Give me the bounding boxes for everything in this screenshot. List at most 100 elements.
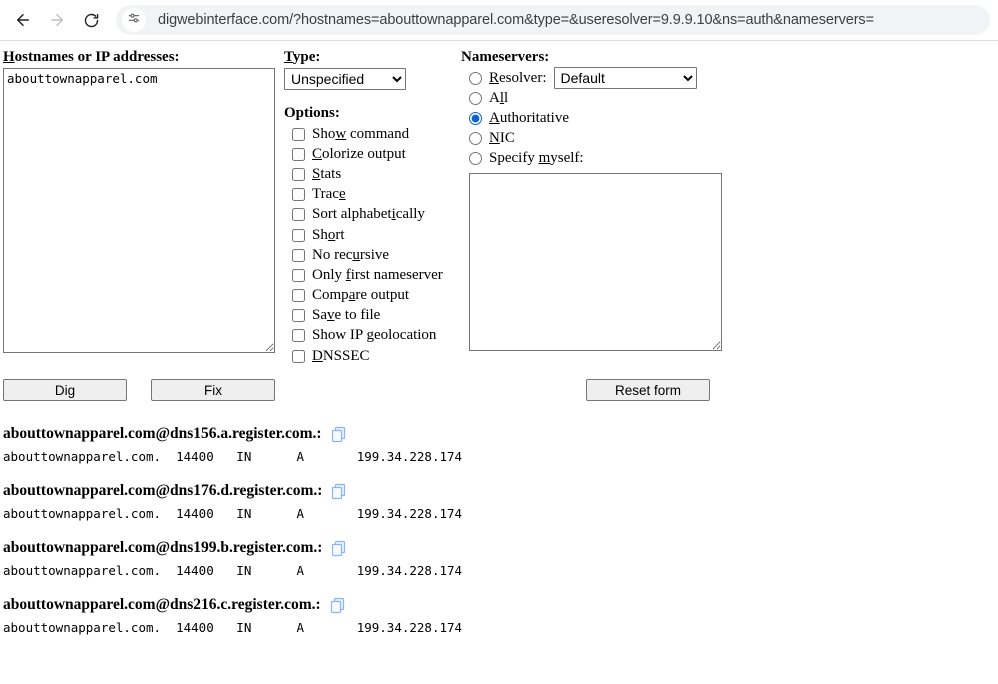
checkbox-save-to-file[interactable]	[292, 309, 305, 323]
option-only-first-nameserver[interactable]: Only first nameserver	[284, 265, 461, 285]
option-colorize-output[interactable]: Colorize output	[284, 144, 461, 164]
option-no-recursive[interactable]: No recursive	[284, 245, 461, 265]
nameserver-option-all[interactable]: All	[461, 88, 998, 108]
checkbox-sort-alphabetically[interactable]	[292, 208, 305, 222]
radio-nic[interactable]	[469, 132, 482, 146]
checkbox-short[interactable]	[292, 228, 305, 242]
copy-icon[interactable]	[331, 483, 347, 500]
page-content: Hostnames or IP addresses: Type: Unspeci…	[0, 41, 998, 684]
nameserver-option-nic[interactable]: NIC	[461, 129, 998, 149]
radio-authoritative[interactable]	[469, 111, 482, 125]
forward-button[interactable]	[42, 5, 72, 35]
options-label: Options:	[284, 105, 340, 121]
checkbox-only-first-nameserver[interactable]	[292, 268, 305, 282]
option-sort-alphabetically[interactable]: Sort alphabetically	[284, 205, 461, 225]
result-heading-text: abouttownapparel.com@dns199.b.register.c…	[3, 539, 323, 557]
radio-specify-myself[interactable]	[469, 152, 482, 166]
result-heading: abouttownapparel.com@dns199.b.register.c…	[3, 537, 998, 559]
nameserver-label[interactable]: Specify myself:	[489, 150, 584, 167]
option-label[interactable]: Short	[312, 227, 345, 244]
back-button[interactable]	[8, 5, 38, 35]
resolver-select[interactable]: Default	[553, 67, 697, 90]
reset-form-button[interactable]: Reset form	[586, 379, 710, 402]
checkbox-stats[interactable]	[292, 167, 305, 181]
copy-icon[interactable]	[331, 426, 347, 443]
browser-toolbar: digwebinterface.com/?hostnames=abouttown…	[0, 0, 998, 41]
radio-resolver[interactable]	[469, 71, 482, 85]
option-stats[interactable]: Stats	[284, 164, 461, 184]
option-label[interactable]: Colorize output	[312, 146, 406, 163]
reload-button[interactable]	[76, 5, 106, 35]
hostnames-accesskey: H	[3, 49, 15, 65]
option-label[interactable]: Compare output	[312, 287, 409, 304]
checkbox-compare-output[interactable]	[292, 289, 305, 303]
tune-sliders-icon	[127, 11, 141, 30]
option-label[interactable]: Stats	[312, 166, 341, 183]
option-dnssec[interactable]: DNSSEC	[284, 346, 461, 366]
dig-button[interactable]: Dig	[3, 379, 127, 402]
nameserver-label[interactable]: NIC	[489, 130, 515, 147]
type-label: Type:	[284, 48, 461, 66]
result-block: abouttownapparel.com@dns156.a.register.c…	[3, 423, 998, 465]
copy-icon[interactable]	[330, 597, 346, 614]
hostnames-label: Hostnames or IP addresses:	[3, 48, 284, 66]
hostnames-column: Hostnames or IP addresses:	[0, 48, 284, 358]
result-heading: abouttownapparel.com@dns216.c.register.c…	[3, 594, 998, 616]
checkbox-colorize-output[interactable]	[292, 147, 305, 161]
url-text[interactable]: digwebinterface.com/?hostnames=abouttown…	[158, 12, 874, 28]
arrow-left-icon	[14, 11, 32, 29]
type-options-column: Type: Unspecified Options: Show command …	[284, 48, 461, 366]
option-short[interactable]: Short	[284, 225, 461, 245]
type-select[interactable]: Unspecified	[284, 68, 406, 90]
option-label[interactable]: Trace	[312, 186, 346, 203]
option-label[interactable]: No recursive	[312, 247, 389, 264]
checkbox-trace[interactable]	[292, 188, 305, 202]
hostnames-label-text: ostnames or IP addresses:	[14, 49, 180, 65]
options-list: Show command Colorize output Stats Trace…	[284, 124, 461, 366]
result-heading-text: abouttownapparel.com@dns156.a.register.c…	[3, 425, 322, 443]
nameserver-label[interactable]: Authoritative	[489, 110, 569, 127]
result-block: abouttownapparel.com@dns216.c.register.c…	[3, 594, 998, 636]
dns-record-line: abouttownapparel.com. 14400 IN A 199.34.…	[3, 449, 463, 465]
option-show-ip-geolocation[interactable]: Show IP geolocation	[284, 326, 461, 346]
copy-icon[interactable]	[331, 540, 347, 557]
type-accesskey: T	[284, 49, 293, 65]
option-label[interactable]: Save to file	[312, 307, 380, 324]
checkbox-show-command[interactable]	[292, 127, 305, 141]
nameserver-label[interactable]: Resolver:	[489, 70, 547, 87]
hostnames-input[interactable]	[3, 68, 275, 353]
nameserver-option-authoritative[interactable]: Authoritative	[461, 108, 998, 128]
nameserver-option-specify-myself[interactable]: Specify myself:	[461, 149, 998, 169]
option-label[interactable]: Show IP geolocation	[312, 327, 436, 344]
result-block: abouttownapparel.com@dns199.b.register.c…	[3, 537, 998, 579]
checkbox-dnssec[interactable]	[292, 349, 305, 363]
dig-results: abouttownapparel.com@dns156.a.register.c…	[0, 423, 998, 636]
radio-all[interactable]	[469, 91, 482, 105]
dns-record-line: abouttownapparel.com. 14400 IN A 199.34.…	[3, 620, 463, 636]
option-trace[interactable]: Trace	[284, 185, 461, 205]
custom-nameservers-input[interactable]	[469, 172, 722, 351]
nameservers-column: Nameservers: Resolver: Default All Autho…	[461, 48, 998, 356]
nameservers-radio-list: Resolver: Default All Authoritative NIC	[461, 67, 998, 169]
option-label[interactable]: DNSSEC	[312, 348, 370, 365]
site-settings-button[interactable]	[122, 8, 146, 32]
dns-record-line: abouttownapparel.com. 14400 IN A 199.34.…	[3, 506, 463, 522]
address-bar[interactable]: digwebinterface.com/?hostnames=abouttown…	[116, 5, 990, 35]
reload-icon	[83, 12, 100, 29]
option-label[interactable]: Only first nameserver	[312, 267, 443, 284]
option-label[interactable]: Sort alphabetically	[312, 206, 425, 223]
nameserver-label[interactable]: All	[489, 90, 508, 107]
dig-form: Hostnames or IP addresses: Type: Unspeci…	[0, 41, 998, 366]
dns-record-line: abouttownapparel.com. 14400 IN A 199.34.…	[3, 563, 463, 579]
result-block: abouttownapparel.com@dns176.d.register.c…	[3, 480, 998, 522]
checkbox-show-ip-geolocation[interactable]	[292, 329, 305, 343]
checkbox-no-recursive[interactable]	[292, 248, 305, 262]
nameservers-label: Nameservers:	[461, 49, 550, 65]
option-label[interactable]: Show command	[312, 126, 409, 143]
option-compare-output[interactable]: Compare output	[284, 286, 461, 306]
option-show-command[interactable]: Show command	[284, 124, 461, 144]
nameserver-option-resolver[interactable]: Resolver: Default	[461, 67, 998, 90]
arrow-right-icon	[48, 11, 66, 29]
fix-button[interactable]: Fix	[151, 379, 275, 402]
option-save-to-file[interactable]: Save to file	[284, 306, 461, 326]
